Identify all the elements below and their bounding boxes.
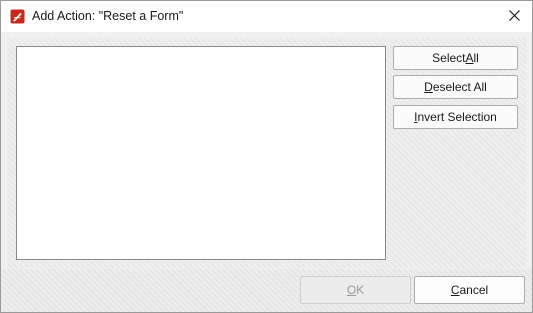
close-button[interactable] — [496, 1, 532, 32]
close-icon — [508, 9, 520, 24]
title-bar: Add Action: "Reset a Form" — [1, 1, 532, 32]
dialog-content: Select All Deselect All Invert Selection — [8, 38, 526, 268]
pdf-app-icon — [10, 9, 25, 24]
select-all-button[interactable]: Select All — [393, 46, 518, 70]
dialog-window: Add Action: "Reset a Form" Select All De… — [0, 0, 533, 313]
window-title: Add Action: "Reset a Form" — [32, 9, 184, 23]
cancel-button[interactable]: Cancel — [414, 276, 525, 304]
form-fields-list[interactable] — [16, 46, 386, 260]
ok-button[interactable]: OK — [300, 276, 411, 304]
deselect-all-button[interactable]: Deselect All — [393, 75, 518, 99]
dialog-footer: OK Cancel — [1, 269, 532, 312]
invert-selection-button[interactable]: Invert Selection — [393, 105, 518, 129]
